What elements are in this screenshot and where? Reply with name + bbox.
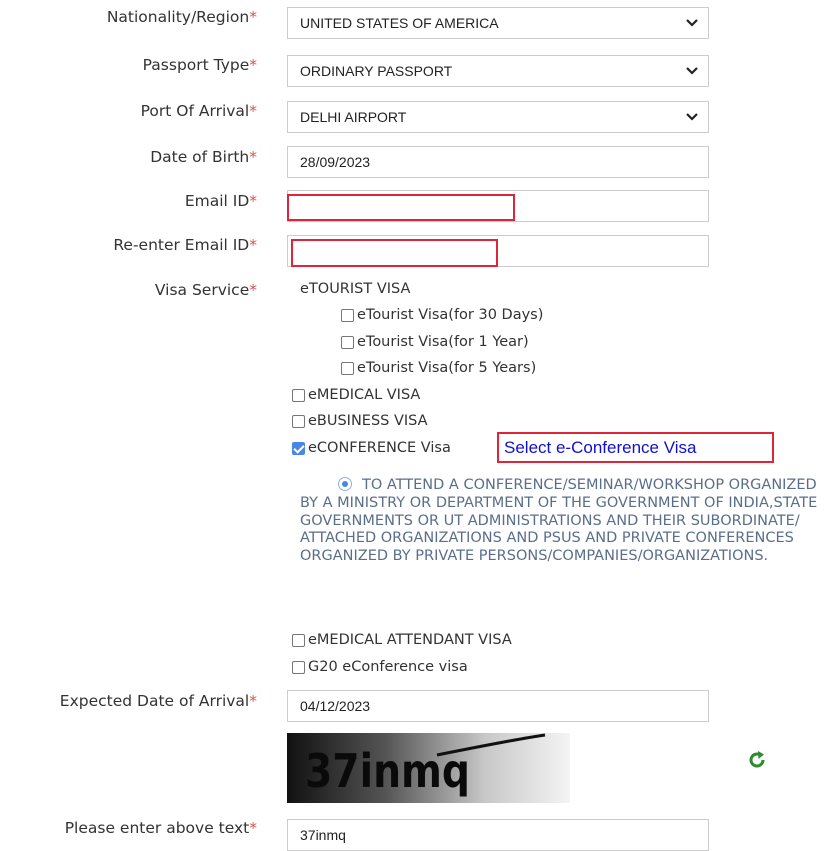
dob-label: Date of Birth* xyxy=(150,148,257,166)
nationality-label: Nationality/Region* xyxy=(106,8,257,26)
econference-purpose-text: TO ATTEND A CONFERENCE/SEMINAR/WORKSHOP … xyxy=(300,477,818,565)
visa-service-label: Visa Service* xyxy=(154,281,257,299)
checkbox-icon[interactable] xyxy=(292,660,305,674)
arrival-date-input[interactable]: 04/12/2023 xyxy=(287,690,709,722)
chevron-down-icon xyxy=(686,64,698,78)
captcha-label: Please enter above text* xyxy=(64,819,257,837)
chevron-down-icon xyxy=(686,16,698,30)
checkbox-checked-icon[interactable] xyxy=(292,441,305,455)
nationality-value: UNITED STATES OF AMERICA xyxy=(300,15,499,31)
captcha-input-value: 37inmq xyxy=(300,827,346,843)
etourist-5years-checkbox[interactable]: eTourist Visa(for 5 Years) xyxy=(341,360,536,376)
email-confirm-label: Re-enter Email ID* xyxy=(113,236,257,254)
radio-selected-icon[interactable] xyxy=(338,477,352,491)
checkbox-icon[interactable] xyxy=(341,361,354,375)
arrival-date-value: 04/12/2023 xyxy=(300,698,371,714)
email-highlight-box xyxy=(287,194,515,221)
etourist-30days-checkbox[interactable]: eTourist Visa(for 30 Days) xyxy=(341,307,543,323)
checkbox-icon[interactable] xyxy=(341,308,354,322)
passport-type-value: ORDINARY PASSPORT xyxy=(300,63,453,79)
passport-type-label: Passport Type* xyxy=(142,56,257,74)
checkbox-icon[interactable] xyxy=(341,335,354,349)
email-label: Email ID* xyxy=(184,192,257,210)
port-of-arrival-label: Port Of Arrival* xyxy=(140,102,257,120)
g20-econference-checkbox[interactable]: G20 eConference visa xyxy=(292,659,468,675)
dob-value: 28/09/2023 xyxy=(300,154,371,170)
port-of-arrival-value: DELHI AIRPORT xyxy=(300,109,407,125)
refresh-icon[interactable] xyxy=(747,750,767,774)
etourist-1year-checkbox[interactable]: eTourist Visa(for 1 Year) xyxy=(341,334,529,350)
econference-checkbox[interactable]: eCONFERENCE Visa xyxy=(292,440,451,456)
econference-purpose-radio[interactable]: TO ATTEND A CONFERENCE/SEMINAR/WORKSHOP … xyxy=(300,477,835,566)
checkbox-icon[interactable] xyxy=(292,388,305,402)
email-confirm-highlight-box xyxy=(291,239,498,267)
captcha-image: 37inmq xyxy=(287,733,570,803)
captcha-input[interactable]: 37inmq xyxy=(287,819,709,851)
chevron-down-icon xyxy=(686,110,698,124)
ebusiness-checkbox[interactable]: eBUSINESS VISA xyxy=(292,413,428,429)
dob-input[interactable]: 28/09/2023 xyxy=(287,146,709,178)
etourist-heading: eTOURIST VISA xyxy=(300,281,411,297)
select-econference-callout: Select e-Conference Visa xyxy=(497,432,774,463)
passport-type-select[interactable]: ORDINARY PASSPORT xyxy=(287,55,709,87)
checkbox-icon[interactable] xyxy=(292,633,305,647)
nationality-select[interactable]: UNITED STATES OF AMERICA xyxy=(287,7,709,39)
checkbox-icon[interactable] xyxy=(292,414,305,428)
arrival-date-label: Expected Date of Arrival* xyxy=(59,692,257,710)
port-of-arrival-select[interactable]: DELHI AIRPORT xyxy=(287,101,709,133)
emedical-attendant-checkbox[interactable]: eMEDICAL ATTENDANT VISA xyxy=(292,632,512,648)
emedical-checkbox[interactable]: eMEDICAL VISA xyxy=(292,387,420,403)
